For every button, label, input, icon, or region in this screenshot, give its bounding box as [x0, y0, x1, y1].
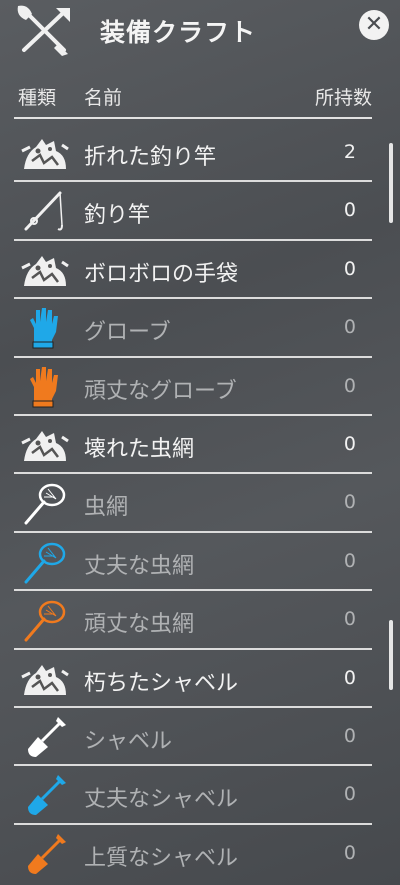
item-name: 折れた釣り竿 [84, 145, 217, 170]
list-item[interactable]: 壊れた虫網 0 [0, 416, 400, 475]
item-name: 朽ちたシャベル [84, 670, 239, 696]
item-count: 0 [343, 316, 356, 339]
item-count: 0 [343, 608, 356, 631]
glove-icon [20, 306, 70, 350]
item-name: 釣り竿 [84, 203, 151, 229]
column-name: 名前 [84, 87, 123, 109]
bug-net-icon [20, 540, 70, 584]
item-count: 0 [343, 432, 356, 455]
item-name: 頑丈な虫網 [84, 612, 195, 638]
item-count: 0 [343, 199, 356, 222]
close-icon: ✕ [364, 12, 384, 37]
list-item[interactable]: 丈夫なシャベル 0 [0, 766, 400, 825]
fishing-rod-icon [20, 189, 70, 233]
item-count: 0 [343, 374, 356, 397]
broken-pile-icon [20, 248, 70, 292]
item-count: 0 [343, 549, 356, 572]
item-name: シャベル [84, 728, 173, 754]
item-list: 折れた釣り竿 2 釣り竿 0 ボロボロの手袋 0 グローブ 0 頑丈なグローブ 0 壊れた… [0, 124, 400, 883]
list-item[interactable]: 虫網 0 [0, 474, 400, 533]
list-item[interactable]: ボロボロの手袋 0 [0, 241, 400, 300]
item-count: 0 [343, 666, 356, 689]
glove-icon [20, 365, 70, 409]
header: 装備クラフト ✕ [0, 0, 400, 62]
shovel-icon [20, 715, 70, 759]
item-count: 0 [343, 491, 356, 514]
list-item[interactable]: グローブ 0 [0, 299, 400, 358]
item-name: 上質なシャベル [84, 845, 239, 871]
shovel-icon [20, 773, 70, 817]
column-headers: 種類 名前 所持数 [0, 83, 400, 113]
item-name: 虫網 [84, 495, 129, 521]
scrollbar[interactable] [389, 143, 393, 223]
item-name: 丈夫な虫網 [84, 553, 195, 579]
item-name: 壊れた虫網 [84, 436, 195, 462]
list-item[interactable]: 丈夫な虫網 0 [0, 533, 400, 592]
column-type: 種類 [18, 87, 57, 109]
item-count: 0 [343, 841, 356, 864]
item-name: グローブ [84, 320, 171, 346]
crossed-tools-icon [17, 5, 70, 56]
broken-pile-icon [20, 657, 70, 701]
list-item[interactable]: 朽ちたシャベル 0 [0, 650, 400, 708]
broken-pile-icon [20, 423, 70, 467]
list-item[interactable]: 釣り竿 0 [0, 182, 400, 241]
broken-pile-icon [20, 131, 70, 175]
bug-net-icon [20, 481, 70, 525]
list-item[interactable]: 上質なシャベル 0 [0, 825, 400, 883]
item-count: 0 [343, 257, 356, 280]
list-item[interactable]: シャベル 0 [0, 708, 400, 767]
page-title: 装備クラフト [100, 18, 257, 47]
item-count: 2 [343, 141, 356, 163]
item-name: 丈夫なシャベル [84, 787, 239, 813]
list-item[interactable]: 頑丈な虫網 0 [0, 591, 400, 650]
close-button[interactable]: ✕ [359, 10, 389, 40]
list-item[interactable]: 頑丈なグローブ 0 [0, 358, 400, 416]
item-name: ボロボロの手袋 [84, 261, 239, 287]
divider [14, 117, 372, 119]
shovel-icon [20, 832, 70, 876]
column-count: 所持数 [314, 87, 372, 109]
item-count: 0 [343, 724, 356, 747]
list-item[interactable]: 折れた釣り竿 2 [0, 124, 400, 183]
bug-net-icon [20, 598, 70, 642]
item-count: 0 [343, 783, 356, 806]
scrollbar[interactable] [389, 620, 393, 690]
item-name: 頑丈なグローブ [84, 378, 237, 404]
